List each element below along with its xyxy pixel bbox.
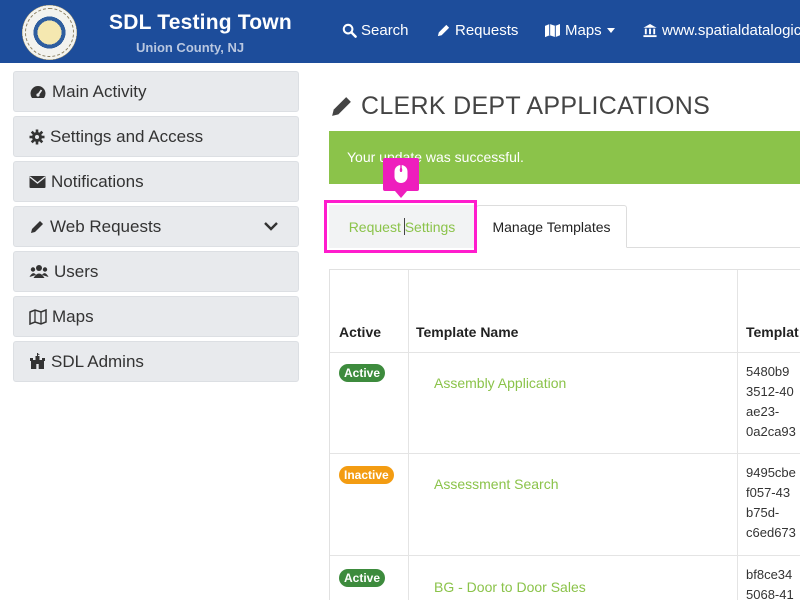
state-seal-logo: [22, 5, 77, 60]
template-id: 9495cbe f057-43 b75d- c6ed673: [746, 463, 796, 543]
sidebar-item-maps[interactable]: Maps: [13, 296, 299, 337]
template-id: 5480b9 3512-40 ae23- 0a2ca93: [746, 362, 796, 442]
text-cursor: [404, 218, 405, 235]
chevron-down-icon[interactable]: [263, 220, 279, 232]
status-badge: Inactive: [339, 466, 394, 484]
column-divider: [408, 270, 409, 600]
top-navbar: SDL Testing Town Union County, NJ Search…: [0, 0, 800, 63]
institution-icon: [643, 23, 657, 38]
column-header-template-name: Template Name: [416, 324, 519, 340]
page-title: CLERK DEPT APPLICATIONS: [329, 92, 710, 121]
template-id-line: c6ed673: [746, 525, 796, 540]
status-badge: Active: [339, 364, 386, 382]
map-icon: [29, 308, 47, 325]
row-divider: [330, 453, 800, 454]
row-divider: [330, 352, 800, 353]
template-id-line: 3512-40: [746, 384, 794, 399]
column-header-active: Active: [339, 324, 382, 340]
click-indicator-badge: [383, 158, 419, 198]
template-id-line: f057-43: [746, 485, 791, 500]
template-id-line: 0a2ca93: [746, 424, 796, 439]
template-link-assessment-search[interactable]: Assessment Search: [434, 476, 559, 492]
site-subtitle: Union County, NJ: [136, 40, 245, 55]
template-id-line: 5480b9: [746, 364, 790, 379]
gear-icon: [29, 129, 45, 144]
template-id: bf8ce34 5068-41: [746, 565, 794, 600]
sidebar-item-label: Maps: [52, 306, 94, 326]
sidebar-item-settings-access[interactable]: Settings and Access: [13, 116, 299, 157]
sidebar-item-label: Main Activity: [52, 81, 147, 101]
map-icon: [545, 23, 560, 38]
tab-manage-templates[interactable]: Manage Templates: [476, 205, 627, 248]
sidebar-item-main-activity[interactable]: Main Activity: [13, 71, 299, 112]
dashboard-icon: [30, 85, 46, 98]
site-title[interactable]: SDL Testing Town: [109, 11, 292, 35]
caret-down-icon: [606, 28, 615, 33]
page-title-text: CLERK DEPT APPLICATIONS: [361, 92, 711, 120]
template-id-line: bf8ce34: [746, 567, 793, 582]
sidebar-item-notifications[interactable]: Notifications: [13, 161, 299, 202]
users-icon: [29, 265, 49, 278]
template-link-assembly-application[interactable]: Assembly Application: [434, 375, 566, 391]
sidebar-item-users[interactable]: Users: [13, 251, 299, 292]
nav-site-link[interactable]: www.spatialdatalogic: [642, 22, 800, 39]
nav-requests[interactable]: Requests: [436, 22, 518, 39]
template-id-line: ae23-: [746, 404, 780, 419]
pencil-icon: [31, 220, 43, 233]
templates-table: Active Template Name Templat Active Asse…: [329, 269, 800, 600]
sidebar: Main Activity Settings and Access Notifi…: [13, 71, 299, 386]
pencil-icon: [437, 24, 450, 37]
castle-icon: [30, 353, 45, 369]
nav-requests-label: Requests: [455, 22, 519, 39]
tabs-divider: [627, 247, 800, 248]
nav-search[interactable]: Search: [342, 22, 409, 39]
envelope-icon: [29, 175, 46, 188]
nav-maps-dropdown[interactable]: Maps: [544, 22, 615, 39]
sidebar-item-sdl-admins[interactable]: SDL Admins: [13, 341, 299, 382]
sidebar-item-label: Settings and Access: [50, 126, 204, 146]
pencil-icon: [332, 97, 351, 116]
sidebar-item-web-requests[interactable]: Web Requests: [13, 206, 299, 247]
mouse-icon: [394, 165, 408, 183]
nav-maps-label: Maps: [565, 22, 602, 39]
template-id-line: 9495cbe: [746, 465, 796, 480]
nav-site-label: www.spatialdatalogic: [662, 22, 800, 39]
sidebar-item-label: Users: [54, 261, 99, 281]
sidebar-item-label: Notifications: [51, 171, 144, 191]
column-header-template-id: Templat: [746, 324, 799, 340]
click-highlight-box: [324, 200, 477, 253]
status-badge: Active: [339, 569, 386, 587]
template-link-bg-door-to-door-sales[interactable]: BG - Door to Door Sales: [434, 579, 586, 595]
row-divider: [330, 555, 800, 556]
sidebar-item-label: SDL Admins: [51, 351, 144, 371]
sidebar-item-label: Web Requests: [50, 216, 162, 236]
template-id-line: b75d-: [746, 505, 780, 520]
search-icon: [342, 23, 357, 38]
column-divider: [737, 270, 738, 600]
template-id-line: 5068-41: [746, 587, 794, 600]
nav-search-label: Search: [361, 22, 409, 39]
